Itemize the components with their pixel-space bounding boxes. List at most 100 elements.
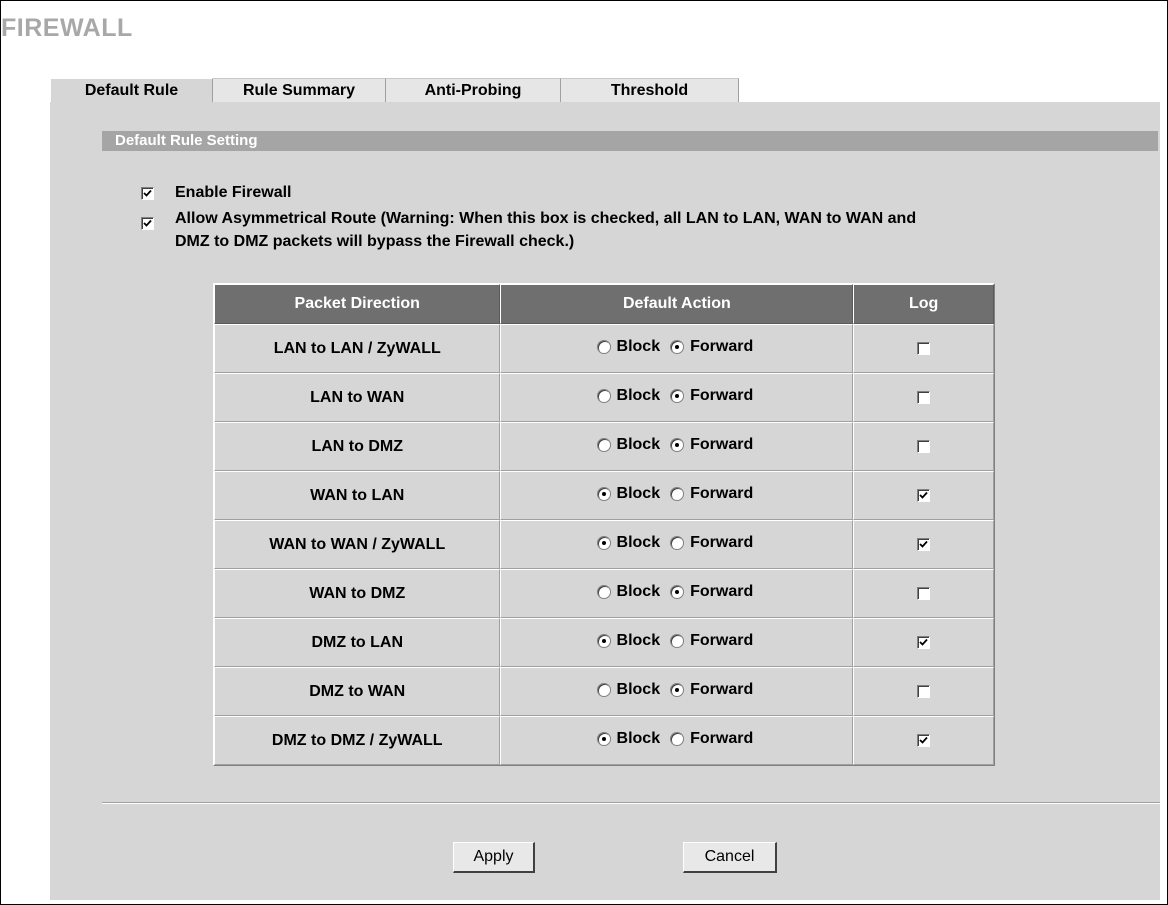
- block-label: Block: [616, 436, 661, 453]
- forward-radio[interactable]: [670, 438, 685, 452]
- forward-radio[interactable]: [670, 732, 685, 746]
- block-label: Block: [616, 632, 661, 649]
- forward-radio[interactable]: [670, 683, 685, 697]
- default-action-cell: Block Forward: [500, 324, 854, 373]
- table-row: LAN to LAN / ZyWALL Block Forward: [214, 324, 994, 373]
- asymmetrical-route-checkbox[interactable]: [141, 217, 154, 230]
- forward-label: Forward: [690, 436, 754, 453]
- log-cell: [853, 569, 994, 618]
- block-radio[interactable]: [596, 536, 611, 550]
- block-label: Block: [616, 387, 661, 404]
- block-label: Block: [616, 338, 661, 355]
- log-cell: [853, 324, 994, 373]
- block-radio[interactable]: [596, 732, 611, 746]
- forward-radio[interactable]: [670, 634, 685, 648]
- table-row: WAN to LAN Block Forward: [214, 471, 994, 520]
- window-frame: FIREWALL Default Rule Rule Summary Anti-…: [0, 0, 1168, 905]
- action-radio-group: Block Forward: [596, 583, 758, 601]
- block-radio[interactable]: [596, 487, 611, 501]
- packet-direction-cell: LAN to WAN: [214, 373, 501, 422]
- action-radio-group: Block Forward: [596, 387, 758, 405]
- log-checkbox[interactable]: [917, 635, 931, 649]
- table-row: LAN to WAN Block Forward: [214, 373, 994, 422]
- forward-radio[interactable]: [670, 585, 685, 599]
- action-radio-group: Block Forward: [596, 730, 758, 748]
- tab-bar: Default Rule Rule Summary Anti-Probing T…: [50, 78, 739, 102]
- forward-label: Forward: [690, 338, 754, 355]
- table-row: DMZ to WAN Block Forward: [214, 667, 994, 716]
- block-radio[interactable]: [596, 438, 611, 452]
- log-checkbox[interactable]: [917, 537, 931, 551]
- forward-label: Forward: [690, 534, 754, 551]
- forward-radio[interactable]: [670, 487, 685, 501]
- cancel-button[interactable]: Cancel: [683, 842, 777, 873]
- log-checkbox[interactable]: [917, 733, 931, 747]
- log-cell: [853, 667, 994, 716]
- packet-direction-cell: LAN to LAN / ZyWALL: [214, 324, 501, 373]
- tab-panel: Default Rule Setting Enable Firewall All…: [50, 102, 1160, 900]
- block-radio[interactable]: [596, 585, 611, 599]
- default-action-cell: Block Forward: [500, 618, 854, 667]
- table-row: WAN to WAN / ZyWALL Block Forward: [214, 520, 994, 569]
- tab-threshold[interactable]: Threshold: [561, 78, 739, 102]
- forward-radio[interactable]: [670, 389, 685, 403]
- log-checkbox[interactable]: [917, 488, 931, 502]
- action-radio-group: Block Forward: [596, 485, 758, 503]
- enable-firewall-label: Enable Firewall: [175, 184, 292, 201]
- forward-label: Forward: [690, 583, 754, 600]
- log-cell: [853, 471, 994, 520]
- log-checkbox[interactable]: [917, 439, 931, 453]
- default-action-cell: Block Forward: [500, 471, 854, 520]
- block-label: Block: [616, 681, 661, 698]
- default-action-cell: Block Forward: [500, 422, 854, 471]
- forward-label: Forward: [690, 681, 754, 698]
- log-cell: [853, 618, 994, 667]
- table-row: WAN to DMZ Block Forward: [214, 569, 994, 618]
- block-radio[interactable]: [596, 389, 611, 403]
- packet-direction-cell: DMZ to LAN: [214, 618, 501, 667]
- block-label: Block: [616, 730, 661, 747]
- default-action-cell: Block Forward: [500, 569, 854, 618]
- block-label: Block: [616, 583, 661, 600]
- packet-direction-cell: WAN to WAN / ZyWALL: [214, 520, 501, 569]
- forward-radio[interactable]: [670, 340, 685, 354]
- log-cell: [853, 520, 994, 569]
- log-cell: [853, 422, 994, 471]
- table-row: LAN to DMZ Block Forward: [214, 422, 994, 471]
- action-radio-group: Block Forward: [596, 534, 758, 552]
- tab-anti-probing[interactable]: Anti-Probing: [386, 78, 561, 102]
- packet-direction-cell: WAN to LAN: [214, 471, 501, 520]
- default-action-cell: Block Forward: [500, 716, 854, 765]
- log-checkbox[interactable]: [917, 341, 931, 355]
- action-radio-group: Block Forward: [596, 681, 758, 699]
- packet-direction-cell: DMZ to DMZ / ZyWALL: [214, 716, 501, 765]
- apply-button[interactable]: Apply: [453, 842, 535, 873]
- enable-firewall-checkbox[interactable]: [141, 187, 154, 200]
- block-radio[interactable]: [596, 634, 611, 648]
- block-radio[interactable]: [596, 683, 611, 697]
- forward-radio[interactable]: [670, 536, 685, 550]
- log-cell: [853, 716, 994, 765]
- default-action-cell: Block Forward: [500, 667, 854, 716]
- action-radio-group: Block Forward: [596, 632, 758, 650]
- table-row: DMZ to LAN Block Forward: [214, 618, 994, 667]
- default-action-cell: Block Forward: [500, 373, 854, 422]
- forward-label: Forward: [690, 632, 754, 649]
- log-cell: [853, 373, 994, 422]
- log-checkbox[interactable]: [917, 390, 931, 404]
- section-title: Default Rule Setting: [115, 132, 258, 149]
- page-title: FIREWALL: [1, 14, 133, 42]
- header-default-action: Default Action: [500, 284, 854, 324]
- log-checkbox[interactable]: [917, 684, 931, 698]
- forward-label: Forward: [690, 387, 754, 404]
- default-action-cell: Block Forward: [500, 520, 854, 569]
- block-label: Block: [616, 485, 661, 502]
- block-radio[interactable]: [596, 340, 611, 354]
- header-log: Log: [853, 284, 994, 324]
- divider: [102, 802, 1160, 804]
- block-label: Block: [616, 534, 661, 551]
- asymmetrical-route-label-line1: Allow Asymmetrical Route (Warning: When …: [175, 210, 917, 227]
- tab-default-rule[interactable]: Default Rule: [50, 78, 213, 102]
- tab-rule-summary[interactable]: Rule Summary: [213, 78, 386, 102]
- log-checkbox[interactable]: [917, 586, 931, 600]
